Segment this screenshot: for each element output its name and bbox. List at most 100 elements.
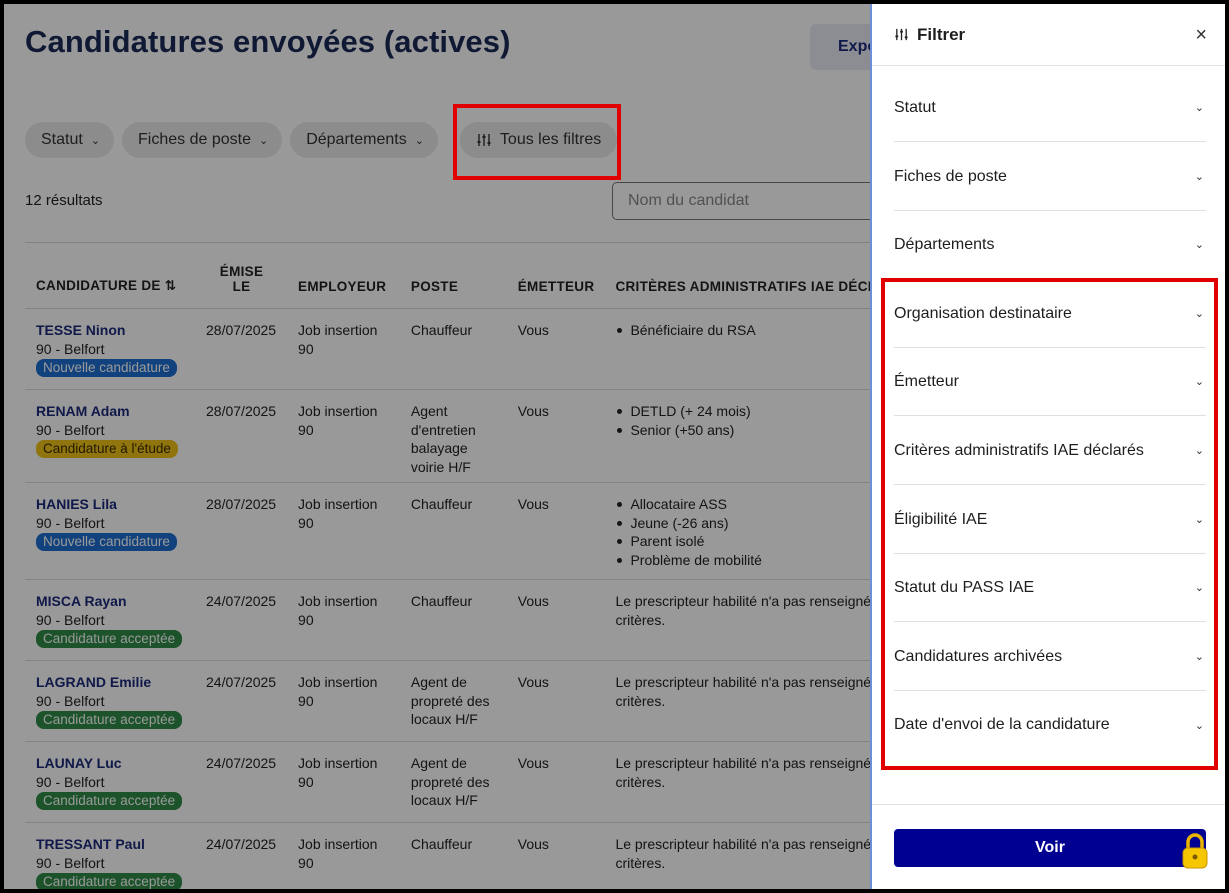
chevron-down-icon: ⌄ — [1194, 171, 1204, 183]
criteria-cell: DETLD (+ 24 mois) Senior (+50 ans) — [604, 389, 870, 483]
panel-title: Filtrer — [917, 24, 966, 44]
status-badge: Candidature acceptée — [36, 630, 183, 648]
candidate-name[interactable]: TESSE Ninon — [36, 321, 185, 340]
table-row: TRESSANT Paul 90 - Belfort Candidature acc… — [25, 822, 870, 889]
criteria-cell: Allocataire ASS Jeune (-26 ans) Parent iso… — [604, 482, 870, 580]
applications-table: CANDIDATURE DE ⇅ ÉMISE LE EMPLOYEUR POST… — [25, 242, 870, 889]
poste-cell: Agent de propreté des locaux H/F — [399, 741, 507, 823]
facet-fiches-de-poste[interactable]: Fiches de poste ⌄ — [894, 143, 1206, 211]
poste-cell: Agent de propreté des locaux H/F — [399, 660, 507, 742]
panel-header: Filtrer — [872, 4, 1225, 66]
chip-label: Départements — [306, 131, 407, 148]
criteria-cell: Le prescripteur habilité n'a pas renseig… — [604, 741, 870, 823]
table-header-row: CANDIDATURE DE ⇅ ÉMISE LE EMPLOYEUR POST… — [25, 242, 870, 309]
chip-fiches-de-poste[interactable]: Fiches de poste ⌄ — [122, 122, 283, 158]
facet-label: Départements — [894, 235, 995, 253]
table-row: LAUNAY Luc 90 - Belfort Candidature accept… — [25, 741, 870, 823]
chevron-down-icon: ⌄ — [414, 134, 424, 147]
results-count: 12 résultats — [25, 192, 103, 209]
col-employeur: EMPLOYEUR — [287, 242, 400, 309]
emetteur-cell: Vous — [506, 660, 605, 742]
candidate-name[interactable]: MISCA Rayan — [36, 592, 185, 611]
panel-footer: Voir — [872, 804, 1225, 889]
date-cell: 28/07/2025 — [195, 308, 288, 390]
employer-cell: Job insertion 90 — [287, 579, 400, 661]
criteria-cell: Le prescripteur habilité n'a pas renseig… — [604, 822, 870, 889]
col-emise-le[interactable]: ÉMISE LE — [195, 242, 288, 309]
facet-statut[interactable]: Statut ⌄ — [894, 74, 1206, 142]
export-button[interactable]: Exporter — [810, 24, 870, 70]
candidate-name[interactable]: LAUNAY Luc — [36, 754, 185, 773]
criterion-item: DETLD (+ 24 mois) — [615, 402, 870, 421]
employer-cell: Job insertion 90 — [287, 822, 400, 889]
highlight-box-all-filters — [453, 104, 621, 180]
chip-statut[interactable]: Statut ⌄ — [25, 122, 115, 158]
chevron-down-icon: ⌄ — [258, 134, 269, 147]
col-candidature[interactable]: CANDIDATURE DE ⇅ — [25, 242, 196, 309]
criterion-item: Senior (+50 ans) — [615, 421, 870, 440]
emetteur-cell: Vous — [506, 822, 605, 889]
status-badge: Nouvelle candidature — [36, 359, 177, 377]
poste-cell: Chauffeur — [399, 308, 507, 390]
employer-cell: Job insertion 90 — [287, 389, 400, 483]
emetteur-cell: Vous — [506, 389, 605, 483]
facet-label: Statut — [894, 98, 936, 116]
highlight-box-new-facets — [881, 278, 1218, 770]
emetteur-cell: Vous — [506, 308, 605, 390]
chip-departements[interactable]: Départements ⌄ — [290, 122, 438, 158]
candidate-location: 90 - Belfort — [36, 854, 105, 871]
criteria-cell: Le prescripteur habilité n'a pas renseig… — [604, 660, 870, 742]
candidate-location: 90 - Belfort — [36, 421, 105, 438]
chip-label: Statut — [41, 131, 83, 148]
date-cell: 28/07/2025 — [195, 482, 288, 580]
search-input[interactable]: Nom du candidat — [612, 182, 870, 220]
filter-panel: Filtrer × Statut ⌄ Fiches de poste ⌄ Dépar… — [870, 4, 1225, 889]
voir-button[interactable]: Voir — [894, 829, 1206, 867]
criteria-cell: Le prescripteur habilité n'a pas renseig… — [604, 579, 870, 661]
sliders-icon — [895, 28, 908, 41]
candidate-name[interactable]: RENAM Adam — [36, 402, 185, 421]
date-cell: 28/07/2025 — [195, 389, 288, 483]
candidate-location: 90 - Belfort — [36, 773, 105, 790]
employer-cell: Job insertion 90 — [287, 482, 400, 580]
emetteur-cell: Vous — [506, 741, 605, 823]
emetteur-cell: Vous — [506, 482, 605, 580]
col-emise-line2: LE — [232, 279, 251, 294]
candidate-location: 90 - Belfort — [36, 611, 105, 628]
table-row: RENAM Adam 90 - Belfort Candidature à l'ét… — [25, 389, 870, 483]
candidate-name[interactable]: TRESSANT Paul — [36, 835, 185, 854]
date-cell: 24/07/2025 — [195, 741, 288, 823]
table-row: TESSE Ninon 90 - Belfort Nouvelle candidat… — [25, 308, 870, 390]
chip-label: Fiches de poste — [138, 131, 251, 148]
poste-cell: Chauffeur — [399, 482, 507, 580]
criterion-item: Bénéficiaire du RSA — [615, 321, 870, 340]
close-icon[interactable]: × — [1195, 24, 1207, 47]
criterion-item: Problème de mobilité — [615, 551, 870, 570]
criterion-item: Jeune (-26 ans) — [615, 514, 870, 533]
table-row: MISCA Rayan 90 - Belfort Candidature accep… — [25, 579, 870, 661]
table-row: HANIES Lila 90 - Belfort Nouvelle candidat… — [25, 482, 870, 580]
col-emise-line1: ÉMISE — [219, 264, 264, 279]
employer-cell: Job insertion 90 — [287, 741, 400, 823]
candidate-name[interactable]: LAGRAND Emilie — [36, 673, 185, 692]
emetteur-cell: Vous — [506, 579, 605, 661]
status-badge: Candidature acceptée — [36, 711, 183, 729]
criterion-item: Allocataire ASS — [615, 495, 870, 514]
employer-cell: Job insertion 90 — [287, 308, 400, 390]
criterion-item: Parent isolé — [615, 532, 870, 551]
date-cell: 24/07/2025 — [195, 822, 288, 889]
status-badge: Nouvelle candidature — [36, 533, 177, 551]
status-badge: Candidature à l'étude — [36, 440, 178, 458]
chevron-down-icon: ⌄ — [1194, 239, 1204, 251]
criteria-cell: Bénéficiaire du RSA — [604, 308, 870, 390]
poste-cell: Agent d'entretien balayage voirie H/F — [399, 389, 507, 483]
main-content: Candidatures envoyées (actives) Exporter… — [4, 4, 870, 889]
employer-cell: Job insertion 90 — [287, 660, 400, 742]
facet-departements[interactable]: Départements ⌄ — [894, 211, 1206, 279]
date-cell: 24/07/2025 — [195, 579, 288, 661]
date-cell: 24/07/2025 — [195, 660, 288, 742]
col-emetteur: ÉMETTEUR — [506, 242, 605, 309]
candidate-name[interactable]: HANIES Lila — [36, 495, 185, 514]
candidate-location: 90 - Belfort — [36, 514, 105, 531]
chevron-down-icon: ⌄ — [1194, 102, 1204, 114]
